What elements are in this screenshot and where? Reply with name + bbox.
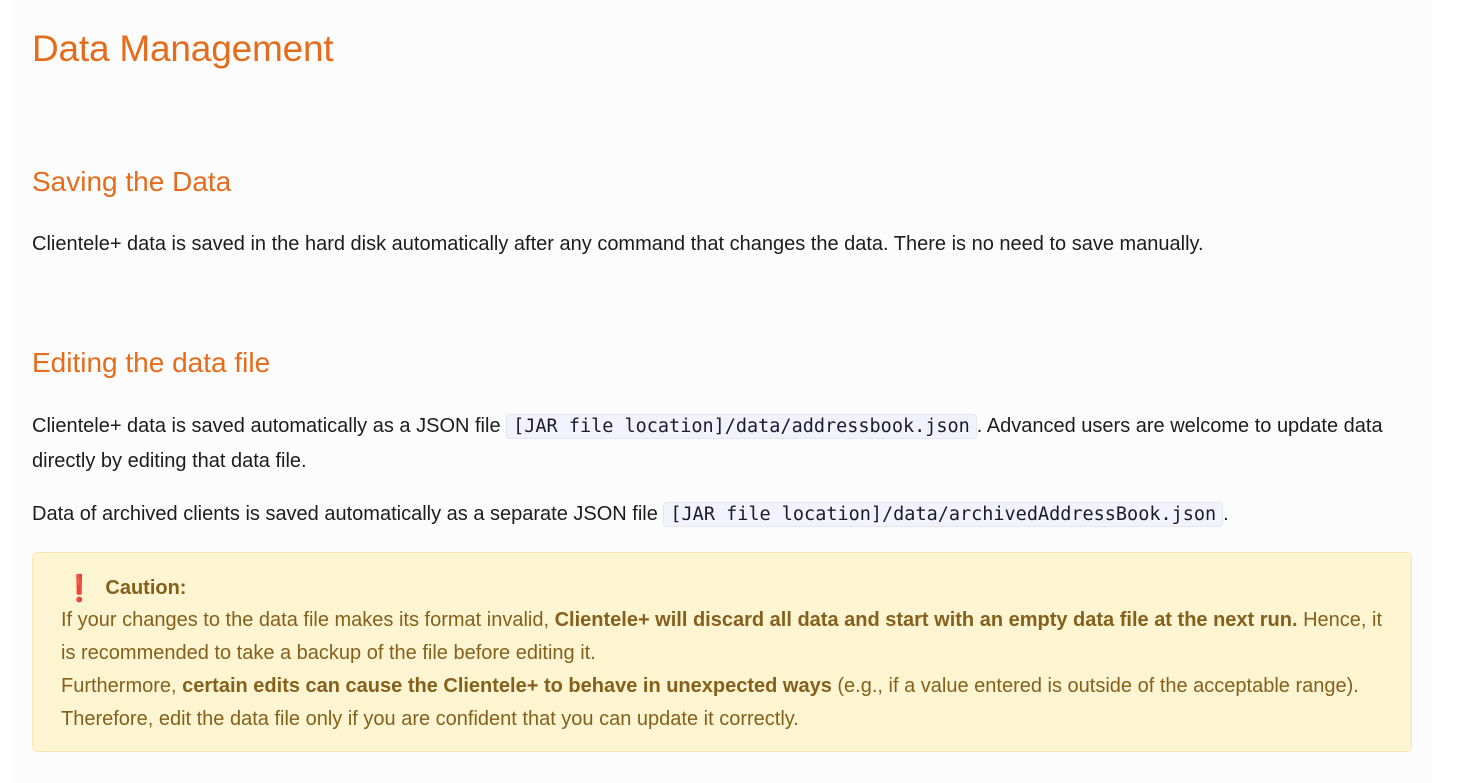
addressbook-path-code: [JAR file location]/data/addressbook.jso…	[506, 414, 977, 439]
editing-p1-text-before: Clientele+ data is saved automatically a…	[32, 415, 507, 437]
caution-line-1: If your changes to the data file makes i…	[61, 604, 1383, 670]
editing-paragraph-1: Clientele+ data is saved automatically a…	[32, 409, 1402, 478]
archived-path-code: [JAR file location]/data/archivedAddress…	[663, 502, 1224, 527]
editing-p2-text-before: Data of archived clients is saved automa…	[32, 503, 664, 525]
document-page: Data Management Saving the Data Clientel…	[12, 0, 1432, 783]
caution-l2-bold: certain edits can cause the Clientele+ t…	[182, 675, 832, 697]
caution-box: ❗ Caution: If your changes to the data f…	[32, 552, 1412, 752]
exclamation-icon: ❗	[63, 573, 96, 603]
section-title-editing: Editing the data file	[32, 347, 271, 378]
section-title-saving: Saving the Data	[32, 166, 232, 197]
caution-l1-bold: Clientele+ will discard all data and sta…	[554, 609, 1298, 631]
caution-title: Caution:	[105, 576, 187, 599]
caution-header: ❗ Caution:	[61, 571, 1383, 605]
caution-l1-before: If your changes to the data file makes i…	[61, 609, 555, 631]
page-title: Data Management	[32, 28, 334, 69]
editing-paragraph-2: Data of archived clients is saved automa…	[32, 497, 1402, 532]
saving-paragraph: Clientele+ data is saved in the hard dis…	[32, 233, 1204, 255]
caution-line-2: Furthermore, certain edits can cause the…	[61, 670, 1383, 736]
caution-l2-before: Furthermore,	[61, 675, 183, 697]
editing-p2-text-after: .	[1223, 503, 1229, 525]
